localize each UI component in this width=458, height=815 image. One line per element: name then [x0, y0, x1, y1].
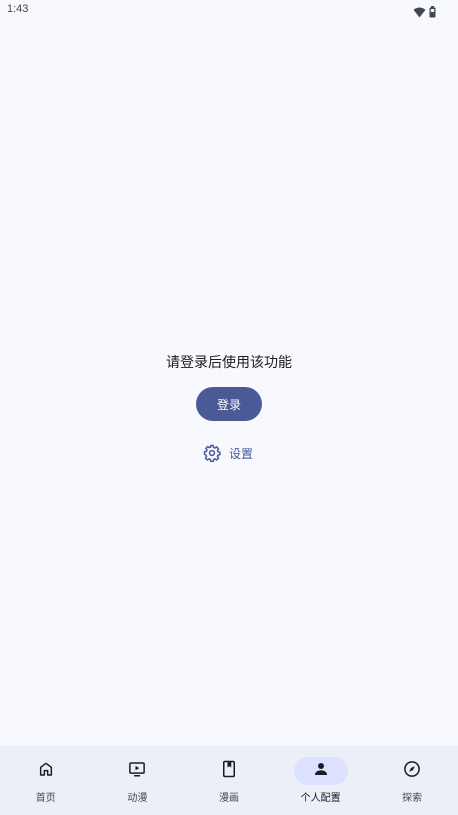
nav-label-explore: 探索 — [402, 793, 423, 804]
battery-icon — [429, 3, 436, 22]
compass-icon — [403, 760, 421, 782]
settings-link[interactable]: 设置 — [203, 443, 253, 463]
tv-play-icon — [128, 760, 146, 782]
nav-icon-wrap — [110, 757, 164, 785]
nav-label-profile: 个人配置 — [300, 793, 341, 804]
nav-label-home: 首页 — [35, 793, 56, 804]
book-icon — [221, 760, 237, 782]
status-bar: 1:43 — [0, 0, 458, 24]
home-icon — [38, 761, 54, 781]
nav-item-profile[interactable]: 个人配置 — [275, 746, 367, 815]
settings-label: 设置 — [229, 446, 254, 461]
nav-label-comics: 漫画 — [218, 793, 239, 804]
nav-item-anime[interactable]: 动漫 — [92, 746, 184, 815]
person-icon — [313, 761, 329, 781]
nav-label-anime: 动漫 — [127, 793, 148, 804]
main-content: 请登录后使用该功能 登录 设置 — [0, 24, 458, 746]
login-prompt: 请登录后使用该功能 — [166, 355, 292, 371]
status-time: 1:43 — [7, 3, 29, 15]
status-icons — [413, 3, 436, 22]
nav-item-comics[interactable]: 漫画 — [183, 746, 275, 815]
wifi-icon — [413, 3, 426, 22]
bottom-navigation: 首页 动漫 漫画 个人配置 探索 — [0, 746, 458, 815]
login-button[interactable]: 登录 — [196, 387, 262, 421]
nav-item-explore[interactable]: 探索 — [366, 746, 458, 815]
nav-icon-wrap — [19, 757, 73, 785]
nav-icon-wrap — [293, 757, 348, 785]
nav-icon-wrap — [202, 757, 256, 785]
gear-icon — [203, 444, 221, 462]
nav-icon-wrap — [385, 757, 439, 785]
nav-item-home[interactable]: 首页 — [0, 746, 92, 815]
